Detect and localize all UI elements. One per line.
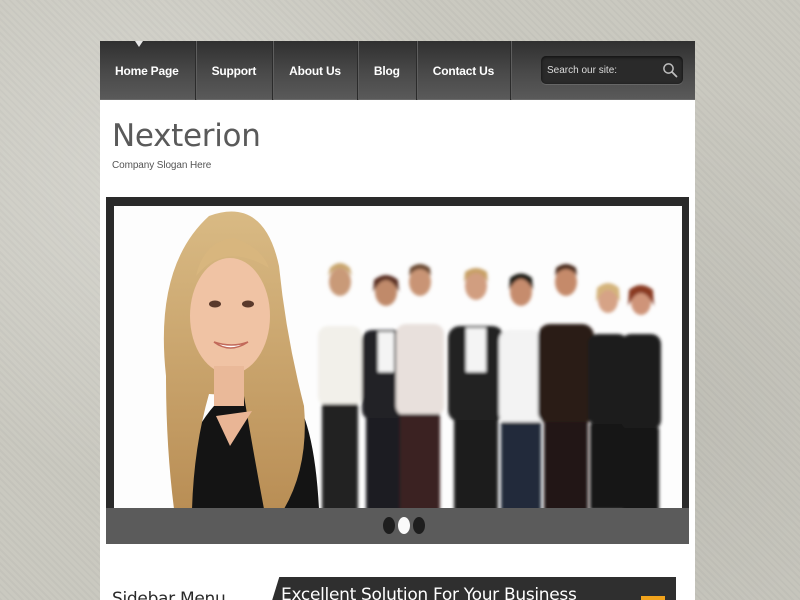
nav-item-contact-us[interactable]: Contact Us <box>417 41 512 100</box>
main-nav: Home Page Support About Us Blog Contact … <box>100 41 695 100</box>
active-indicator-icon <box>135 41 143 47</box>
search-box <box>541 56 683 84</box>
slide-image <box>114 206 682 509</box>
nav-menu: Home Page Support About Us Blog Contact … <box>100 41 512 100</box>
nav-item-about-us[interactable]: About Us <box>273 41 358 100</box>
slider-dot-2[interactable] <box>398 517 410 534</box>
nav-item-label: About Us <box>289 64 341 78</box>
site-slogan: Company Slogan Here <box>112 160 212 171</box>
business-team-photo <box>114 206 682 509</box>
feature-header: Excellent Solution For Your Business <box>267 577 676 600</box>
nav-item-label: Support <box>211 64 257 78</box>
slider-dot-1[interactable] <box>383 517 395 534</box>
nav-item-home-page[interactable]: Home Page <box>100 41 196 100</box>
site-logo[interactable]: Nexterion <box>112 121 261 152</box>
slider-dot-3[interactable] <box>413 517 425 534</box>
feature-title: Excellent Solution For Your Business <box>281 585 577 600</box>
sidebar-menu-title: Sidebar Menu <box>112 589 226 600</box>
feature-badge <box>641 596 665 600</box>
slider-pagination <box>383 517 425 534</box>
nav-item-label: Home Page <box>115 64 179 78</box>
nav-item-support[interactable]: Support <box>196 41 274 100</box>
search-icon[interactable] <box>662 62 678 78</box>
image-slider <box>106 197 689 544</box>
nav-item-label: Blog <box>373 64 400 78</box>
nav-item-label: Contact Us <box>432 64 495 78</box>
nav-item-blog[interactable]: Blog <box>358 41 417 100</box>
search-input[interactable] <box>547 56 657 84</box>
page-container: Home Page Support About Us Blog Contact … <box>100 41 695 600</box>
slider-controls <box>106 508 689 544</box>
